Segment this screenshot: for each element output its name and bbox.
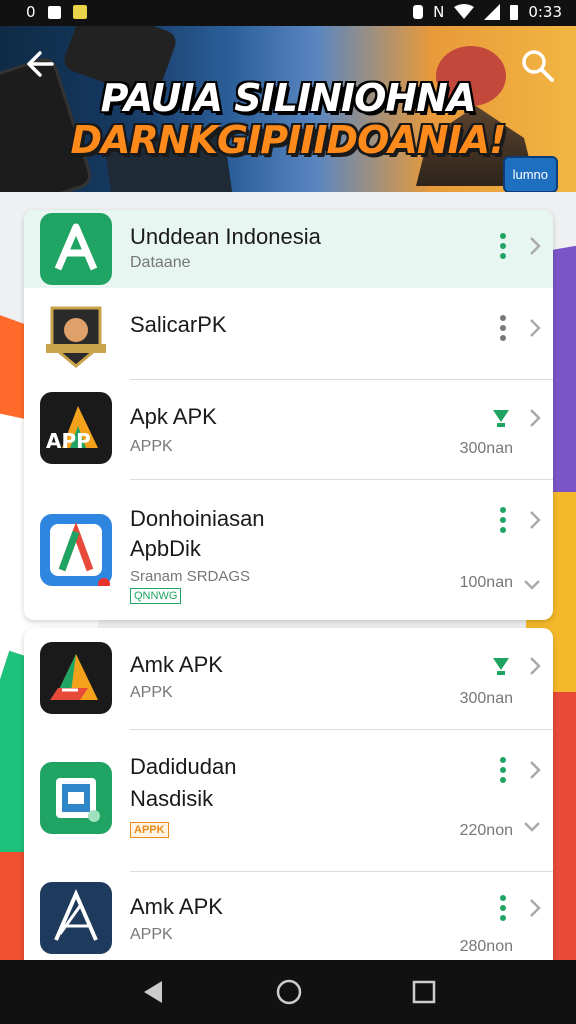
- apk-a-logo-icon: APP: [40, 392, 112, 464]
- chevron-down-icon[interactable]: [523, 820, 541, 834]
- app-title: Unddean Indonesia: [130, 224, 321, 249]
- wifi-icon: [454, 4, 475, 19]
- chevron-right-icon[interactable]: [527, 408, 543, 428]
- app-subtitle: APPK: [130, 926, 173, 943]
- nav-back-icon[interactable]: [140, 978, 168, 1006]
- app-list-card: Unddean Indonesia Dataane SalicarPK APP …: [24, 210, 553, 620]
- app-size: 100nan: [459, 574, 513, 591]
- app-title: Apk APK: [130, 404, 217, 429]
- app-title-line1: Dadidudan: [130, 754, 237, 779]
- chevron-down-icon[interactable]: [523, 578, 541, 592]
- app-subtitle: APPK: [130, 438, 173, 455]
- status-left: 0: [26, 3, 87, 21]
- chevron-right-icon[interactable]: [527, 898, 543, 918]
- download-icon[interactable]: [491, 654, 511, 676]
- app-title: SalicarPK: [130, 312, 227, 337]
- app-subtitle: Dataane: [130, 254, 191, 271]
- vibrate-icon: [413, 5, 424, 19]
- chevron-right-icon[interactable]: [527, 760, 543, 780]
- app-title: Amk APK: [130, 652, 223, 677]
- app-title-line2: Nasdisik: [130, 786, 214, 811]
- app-size: 300nan: [459, 440, 513, 457]
- app-title-line2: ApbDik: [130, 536, 201, 561]
- notification-app-icon: [72, 5, 87, 19]
- blue-a-logo-icon: [40, 514, 112, 590]
- svg-text:APP: APP: [46, 429, 91, 453]
- green-a-logo-icon: [40, 213, 112, 285]
- list-item[interactable]: Unddean Indonesia Dataane: [24, 210, 553, 288]
- app-subtitle: Sranam SRDAGS: [130, 568, 251, 585]
- app-subtitle: APPK: [130, 684, 173, 701]
- more-options-icon[interactable]: [497, 232, 509, 260]
- chevron-right-icon[interactable]: [527, 510, 543, 530]
- chevron-right-icon[interactable]: [527, 656, 543, 676]
- app-title: Amk APK: [130, 894, 223, 919]
- list-item[interactable]: Dadidudan Nasdisik APPK 220non: [24, 730, 553, 872]
- hero-badge: lumno: [502, 156, 558, 192]
- battery-icon: [510, 4, 519, 20]
- navy-a-logo-icon: [40, 882, 112, 954]
- back-arrow-icon[interactable]: [22, 44, 62, 84]
- hero-title-line2: DARNKGIPIIIDOANIA!: [70, 118, 507, 162]
- green-square-app-icon: [40, 762, 112, 834]
- app-tag: APPK: [130, 822, 169, 838]
- more-options-icon[interactable]: [497, 894, 509, 922]
- chevron-right-icon[interactable]: [527, 318, 543, 338]
- list-item[interactable]: APP Apk APK APPK 300nan: [24, 380, 553, 480]
- app-title-line1: Donhoiniasan: [130, 506, 265, 531]
- more-options-icon[interactable]: [497, 314, 509, 342]
- system-nav-bar: [0, 960, 576, 1024]
- more-options-icon[interactable]: [497, 756, 509, 784]
- hero-title-line1: PAUIA SILINIOHNA: [100, 76, 477, 120]
- app-size: 300nan: [459, 690, 513, 707]
- search-icon[interactable]: [520, 48, 556, 84]
- list-item[interactable]: Amk APK APPK 300nan: [24, 628, 553, 730]
- mascot-badge-icon: [40, 300, 112, 372]
- signal-icon: [484, 4, 501, 20]
- app-size: 220non: [459, 822, 513, 839]
- status-right: N 0:33: [413, 3, 562, 21]
- network-indicator: N: [433, 3, 445, 21]
- list-item[interactable]: SalicarPK: [24, 288, 553, 380]
- download-icon[interactable]: [491, 406, 511, 428]
- list-item[interactable]: Amk APK APPK 280non: [24, 872, 553, 968]
- status-left-text: 0: [26, 3, 36, 21]
- app-tag: QNNWG: [130, 588, 182, 604]
- more-options-icon[interactable]: [497, 506, 509, 534]
- nav-recents-icon[interactable]: [410, 978, 438, 1006]
- notification-photo-icon: [47, 5, 61, 19]
- app-size: 280non: [459, 938, 513, 955]
- app-list-card: Amk APK APPK 300nan Dadidudan Nasdisik A…: [24, 628, 553, 968]
- list-item[interactable]: Donhoiniasan ApbDik Sranam SRDAGS QNNWG …: [24, 480, 553, 620]
- tri-color-a-logo-icon: [40, 642, 112, 714]
- status-time: 0:33: [528, 3, 562, 21]
- nav-home-icon[interactable]: [275, 978, 303, 1006]
- chevron-right-icon[interactable]: [527, 236, 543, 256]
- hero-banner: PAUIA SILINIOHNA DARNKGIPIIIDOANIA! lumn…: [0, 26, 576, 192]
- status-bar: 0 N 0:33: [0, 0, 576, 26]
